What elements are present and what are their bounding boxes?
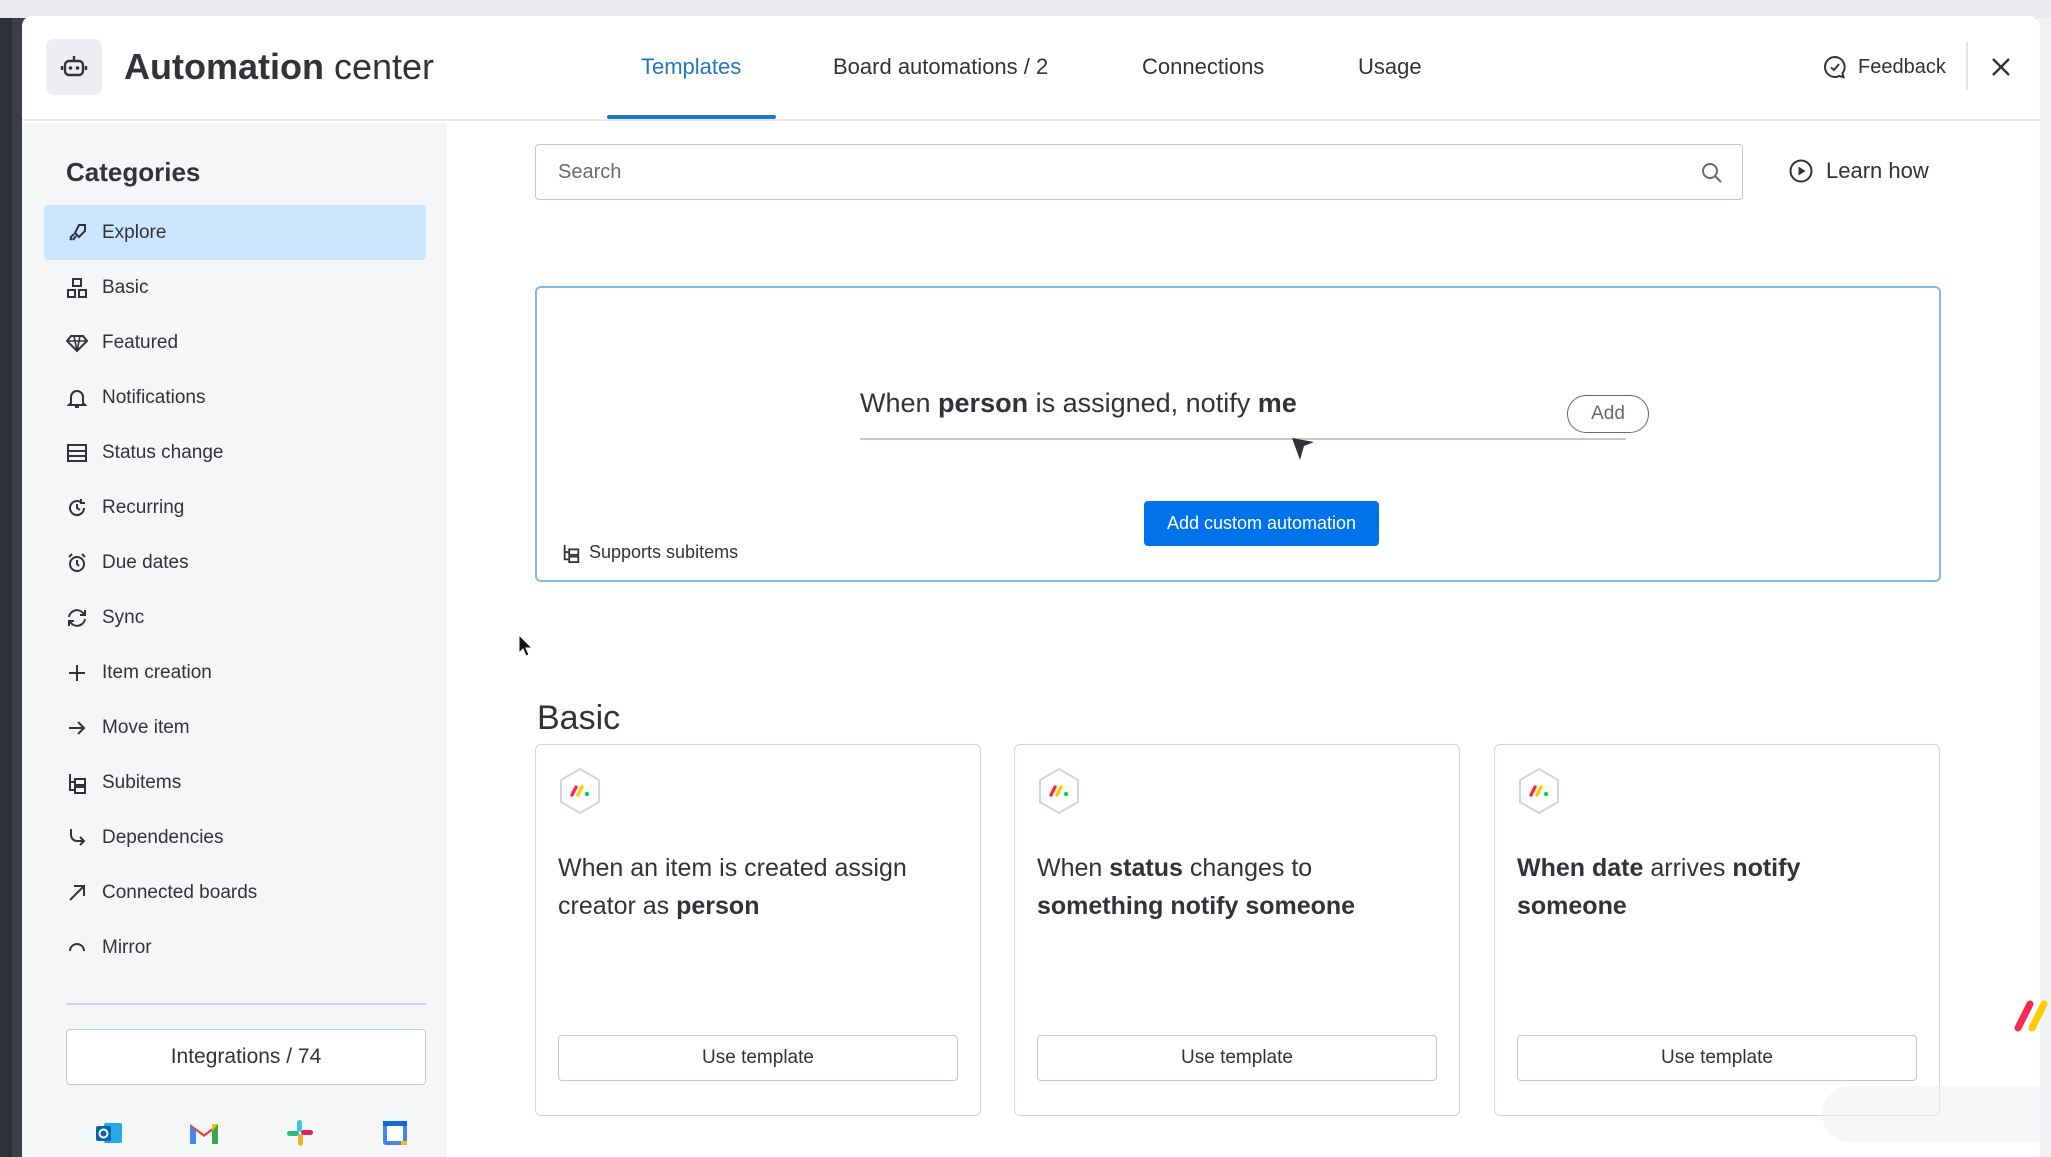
modal-header: Automation center Templates Board automa…	[22, 16, 2040, 121]
search-icon[interactable]	[1700, 161, 1724, 185]
sidebar-item-basic[interactable]: Basic	[44, 260, 426, 315]
categories-sidebar: Categories Explore Basic Featured Notifi…	[22, 123, 447, 1157]
custom-automation-box: When person is assigned, notify me Add A…	[535, 286, 1941, 582]
mouse-cursor-icon	[518, 634, 534, 657]
template-description: When date arrives notify someone	[1517, 854, 1801, 920]
sidebar-item-label: Connected boards	[102, 881, 258, 903]
header-divider	[1966, 42, 1968, 90]
sidebar-item-label: Move item	[102, 716, 190, 738]
sidebar-item-label: Mirror	[102, 936, 152, 958]
automation-center-modal: Automation center Templates Board automa…	[22, 16, 2040, 1157]
sidebar-item-mirror[interactable]: Mirror	[44, 920, 426, 965]
close-button[interactable]	[1984, 50, 2018, 84]
tab-templates[interactable]: Templates	[641, 54, 741, 80]
sidebar-item-notifications[interactable]: Notifications	[44, 370, 426, 425]
template-description: When status changes to something notify …	[1037, 854, 1356, 920]
search-field[interactable]	[535, 144, 1743, 200]
template-description: When an item is created assign creator a…	[558, 854, 907, 920]
sidebar-item-connected-boards[interactable]: Connected boards	[44, 865, 426, 920]
sidebar-item-label: Due dates	[102, 551, 189, 573]
pointer-cursor-icon	[1292, 438, 1314, 460]
feedback-button[interactable]: Feedback	[1822, 54, 1946, 80]
sidebar-item-label: Explore	[102, 221, 167, 243]
monday-logo-icon	[1039, 767, 1079, 815]
tab-connections[interactable]: Connections	[1142, 54, 1264, 80]
learn-how-label: Learn how	[1826, 158, 1929, 183]
feedback-label: Feedback	[1858, 55, 1946, 78]
sidebar-item-label: Recurring	[102, 496, 185, 518]
sidebar-item-dependencies[interactable]: Dependencies	[44, 810, 426, 865]
subitems-icon	[66, 772, 88, 794]
template-card[interactable]: When status changes to something notify …	[1014, 744, 1460, 1116]
sidebar-item-label: Sync	[102, 606, 145, 628]
dependency-icon	[66, 827, 88, 849]
integrations-button[interactable]: Integrations / 74	[66, 1029, 426, 1085]
slack-icon[interactable]	[283, 1116, 317, 1150]
plus-icon	[66, 662, 88, 684]
bell-icon	[66, 387, 88, 409]
sidebar-item-featured[interactable]: Featured	[44, 315, 426, 370]
supports-subitems-note: Supports subitems	[561, 542, 738, 563]
arrow-up-right-icon	[66, 882, 88, 904]
sidebar-divider	[66, 1003, 426, 1005]
add-custom-automation-button[interactable]: Add custom automation	[1144, 501, 1379, 546]
diamond-icon	[66, 332, 88, 354]
close-icon	[1992, 58, 2010, 76]
sidebar-item-label: Item creation	[102, 661, 212, 683]
active-tab-indicator	[607, 115, 776, 119]
monday-mark-icon	[2014, 1000, 2048, 1032]
sync-icon	[66, 607, 88, 629]
sidebar-item-label: Basic	[102, 276, 149, 298]
mirror-icon	[66, 937, 88, 959]
sidebar-item-label: Dependencies	[102, 826, 224, 848]
categories-title: Categories	[66, 157, 201, 187]
sidebar-item-subitems[interactable]: Subitems	[44, 755, 426, 810]
sidebar-item-recurring[interactable]: Recurring	[44, 480, 426, 535]
sidebar-item-label: Notifications	[102, 386, 206, 408]
recurring-icon	[66, 497, 88, 519]
rocket-icon	[66, 222, 88, 244]
background-app-left	[0, 18, 12, 1157]
sentence-underline	[860, 438, 1626, 440]
sidebar-item-label: Status change	[102, 441, 224, 463]
sidebar-item-label: Subitems	[102, 771, 182, 793]
sidebar-item-label: Featured	[102, 331, 179, 353]
gmail-icon[interactable]	[187, 1116, 221, 1150]
monday-logo-icon	[560, 767, 600, 815]
use-template-button[interactable]: Use template	[558, 1035, 958, 1081]
subitems-icon	[563, 544, 580, 563]
sidebar-item-explore[interactable]: Explore	[44, 205, 426, 260]
robot-icon	[46, 39, 102, 95]
category-list[interactable]: Explore Basic Featured Notifications Sta…	[44, 205, 426, 965]
sidebar-item-due-dates[interactable]: Due dates	[44, 535, 426, 590]
status-icon	[66, 442, 88, 464]
sidebar-item-item-creation[interactable]: Item creation	[44, 645, 426, 700]
google-calendar-icon[interactable]	[378, 1116, 412, 1150]
sidebar-item-move-item[interactable]: Move item	[44, 700, 426, 755]
alarm-icon	[66, 552, 88, 574]
sidebar-item-status-change[interactable]: Status change	[44, 425, 426, 480]
use-template-button[interactable]: Use template	[1517, 1035, 1917, 1081]
monday-logo-icon	[1519, 767, 1559, 815]
supports-subitems-label: Supports subitems	[589, 542, 739, 562]
floating-toolbar	[1822, 1086, 2040, 1142]
add-sentence-button[interactable]: Add	[1567, 395, 1649, 433]
arrow-right-icon	[66, 717, 88, 739]
use-template-button[interactable]: Use template	[1037, 1035, 1437, 1081]
shapes-icon	[66, 277, 88, 299]
feedback-icon	[1824, 55, 1846, 79]
page-title: Automation center	[124, 46, 435, 87]
basic-section-title: Basic	[537, 699, 621, 737]
tab-board-automations[interactable]: Board automations / 2	[833, 54, 1048, 80]
automation-sentence[interactable]: When person is assigned, notify me	[860, 388, 1297, 419]
learn-how-button[interactable]: Learn how	[1788, 158, 1929, 184]
template-card[interactable]: When date arrives notify someone Use tem…	[1494, 744, 1940, 1116]
outlook-icon[interactable]	[92, 1116, 126, 1150]
template-card[interactable]: When an item is created assign creator a…	[535, 744, 981, 1116]
play-circle-icon	[1789, 159, 1813, 183]
integration-apps	[92, 1113, 412, 1153]
sidebar-item-sync[interactable]: Sync	[44, 590, 426, 645]
tab-usage[interactable]: Usage	[1358, 54, 1422, 80]
search-input[interactable]	[558, 157, 1678, 187]
